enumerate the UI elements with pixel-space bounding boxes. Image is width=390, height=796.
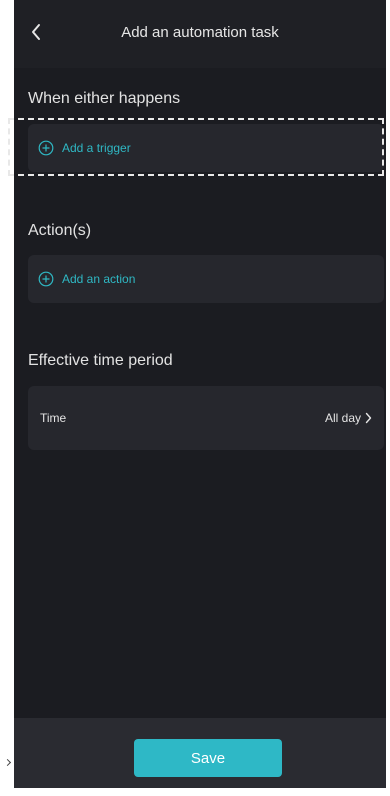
time-row-value-group: All day [325,411,372,425]
add-action-button[interactable]: Add an action [28,255,384,303]
app-screen: Add an automation task When either happe… [14,0,386,788]
add-trigger-button[interactable]: Add a trigger [28,124,384,172]
action-card: Add an action [28,255,384,303]
save-button[interactable]: Save [134,739,282,777]
time-period-row[interactable]: Time All day [28,386,384,450]
plus-circle-icon [38,271,54,287]
page-title: Add an automation task [121,24,279,41]
back-button[interactable] [22,18,50,46]
app-header: Add an automation task [14,0,386,68]
add-trigger-label: Add a trigger [62,141,131,155]
action-section-title: Action(s) [28,222,92,239]
window-corner-mark [3,758,12,767]
time-row-value: All day [324,411,361,425]
footer-bar: Save [14,718,386,788]
time-section-title: Effective time period [28,352,173,369]
trigger-card: Add a trigger [28,124,384,172]
time-row-label: Time [40,411,67,425]
chevron-left-icon [32,24,40,40]
trigger-section-title: When either happens [28,90,181,107]
chevron-right-icon [365,412,372,424]
plus-circle-icon [38,140,54,156]
add-action-label: Add an action [62,272,136,286]
